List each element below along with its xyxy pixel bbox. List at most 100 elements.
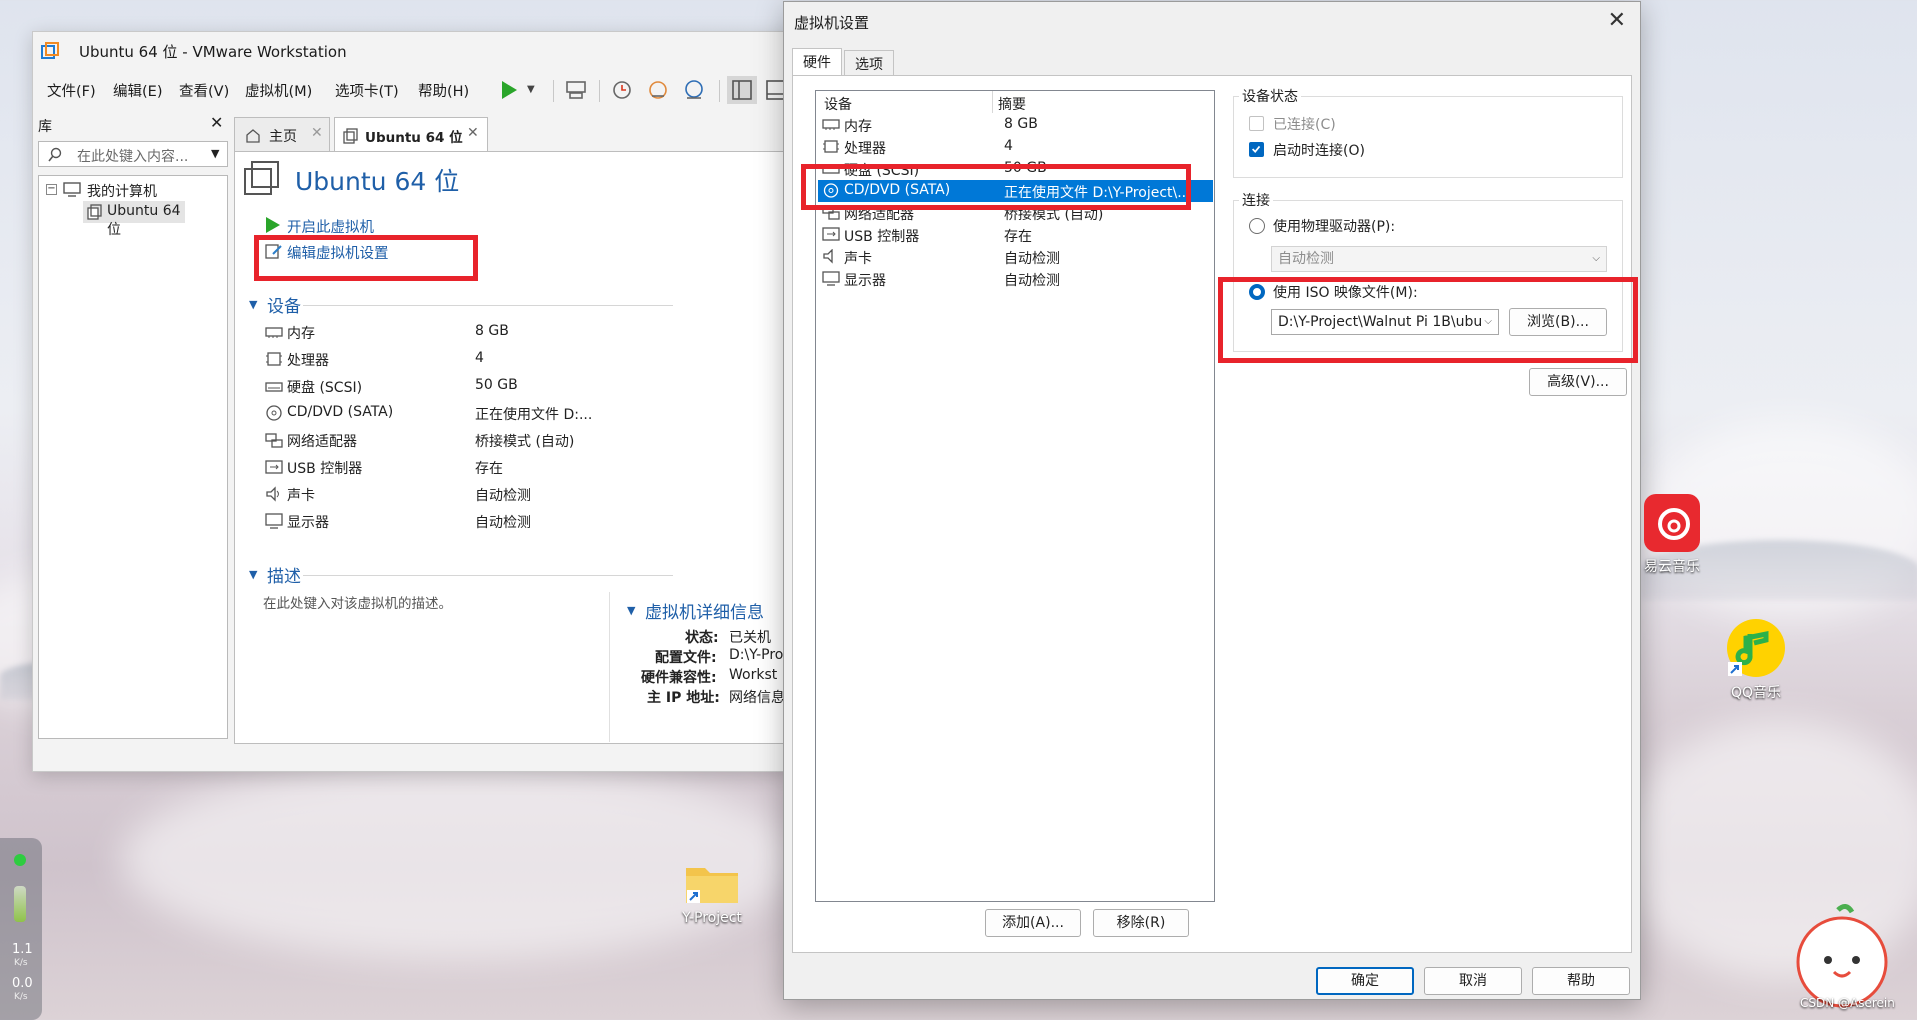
library-search[interactable]: 在此处键入内容... ▼ <box>38 141 228 167</box>
remove-button[interactable]: 移除(R) <box>1093 909 1189 937</box>
collapse-details-icon[interactable]: ▼ <box>627 604 635 617</box>
detail-label: 配置文件: <box>655 650 717 666</box>
highlight-box <box>254 235 478 281</box>
tab-close-icon[interactable]: ✕ <box>467 125 479 141</box>
advanced-button[interactable]: 高级(V)... <box>1529 368 1627 396</box>
header-divider <box>992 91 993 113</box>
cancel-button[interactable]: 取消 <box>1424 967 1522 995</box>
search-dropdown-icon[interactable]: ▼ <box>211 147 219 160</box>
device-row[interactable]: 内存 8 GB <box>265 322 605 344</box>
check-icon <box>1251 145 1261 153</box>
help-button[interactable]: 帮助 <box>1532 967 1630 995</box>
status-dot <box>14 854 26 866</box>
library-panel: 库 ✕ 在此处键入内容... ▼ − 我的计算机 Ubuntu 64 位 <box>36 113 230 741</box>
tab-options-label: 选项 <box>855 57 883 73</box>
list-item-cpu[interactable]: 处理器 4 <box>818 136 1213 158</box>
description-placeholder[interactable]: 在此处键入对该虚拟机的描述。 <box>263 592 452 612</box>
menu-vm[interactable]: 虚拟机(M) <box>245 80 312 101</box>
net-up-unit: K/s <box>14 958 28 968</box>
library-header: 库 ✕ <box>36 113 230 137</box>
detail-label: 主 IP 地址: <box>647 690 720 706</box>
library-close-icon[interactable]: ✕ <box>210 113 223 132</box>
device-row[interactable]: 网络适配器 桥接模式 (自动) <box>265 430 605 452</box>
snapshot-icon[interactable] <box>607 76 637 104</box>
device-status-title: 设备状态 <box>1239 86 1301 106</box>
device-row[interactable]: 显示器 自动检测 <box>265 511 605 533</box>
qq-music-icon <box>1727 619 1785 677</box>
snapshot-manager-icon[interactable] <box>679 76 709 104</box>
list-item-value: 8 GB <box>1004 116 1038 132</box>
device-row[interactable]: 声卡 自动检测 <box>265 484 605 506</box>
physical-drive-radio[interactable] <box>1249 218 1265 234</box>
connected-checkbox[interactable] <box>1249 116 1264 131</box>
detail-label: 状态: <box>685 630 719 646</box>
device-value: 存在 <box>475 461 503 477</box>
network-speed-widget[interactable]: 1.1 K/s 0.0 K/s <box>0 838 42 1020</box>
desktop-icon-y-project[interactable]: Y-Project <box>672 860 752 926</box>
dialog-title: 虚拟机设置 <box>794 14 870 32</box>
add-button[interactable]: 添加(A)... <box>985 909 1081 937</box>
power-on-link[interactable]: 开启此虚拟机 <box>287 216 374 237</box>
revert-snapshot-icon[interactable] <box>643 76 673 104</box>
toolbar-separator <box>599 80 600 102</box>
power-on-icon <box>266 217 280 233</box>
menu-file[interactable]: 文件(F) <box>47 80 96 101</box>
cpu-icon <box>266 352 282 366</box>
ok-button[interactable]: 确定 <box>1316 967 1414 995</box>
device-value: 50 GB <box>475 377 518 393</box>
physical-drive-value: 自动检测 <box>1278 251 1334 267</box>
home-icon <box>246 129 260 143</box>
desktop-icon-qq-music[interactable]: QQ音乐 <box>1716 618 1796 702</box>
desktop-icon-netease-music[interactable]: 易云音乐 <box>1632 494 1712 576</box>
tab-options[interactable]: 选项 <box>844 50 894 76</box>
play-icon[interactable] <box>495 76 525 104</box>
tab-hardware[interactable]: 硬件 <box>792 48 842 76</box>
device-row[interactable]: 硬盘 (SCSI) 50 GB <box>265 376 605 398</box>
toolbar-separator <box>553 80 554 102</box>
section-divider <box>303 575 673 576</box>
menu-tabs[interactable]: 选项卡(T) <box>335 80 399 101</box>
menu-edit[interactable]: 编辑(E) <box>113 80 162 101</box>
play-dropdown-icon[interactable]: ▼ <box>527 84 535 95</box>
device-row[interactable]: CD/DVD (SATA) 正在使用文件 D:... <box>265 403 605 425</box>
tab-ubuntu-label: Ubuntu 64 位 <box>365 130 463 146</box>
collapse-devices-icon[interactable]: ▼ <box>249 298 257 311</box>
cd-icon <box>266 405 282 421</box>
library-toggle-icon[interactable] <box>727 76 757 104</box>
detail-value: D:\Y-Pro <box>729 647 784 663</box>
menu-view[interactable]: 查看(V) <box>179 80 229 101</box>
dialog-close-icon[interactable]: ✕ <box>1608 8 1626 33</box>
net-up-value: 1.1 <box>12 942 33 957</box>
tree-item-ubuntu[interactable]: Ubuntu 64 位 <box>83 201 185 238</box>
list-item-memory[interactable]: 内存 8 GB <box>818 114 1213 136</box>
physical-drive-select[interactable]: 自动检测 ⌵ <box>1271 246 1607 272</box>
detail-label: 硬件兼容性: <box>641 670 717 686</box>
device-value: 桥接模式 (自动) <box>475 434 575 450</box>
list-item-display[interactable]: 显示器 自动检测 <box>818 268 1213 290</box>
physical-drive-label: 使用物理驱动器(P): <box>1273 219 1396 235</box>
usb-icon <box>265 460 283 474</box>
list-item-sound[interactable]: 声卡 自动检测 <box>818 246 1213 268</box>
watermark: CSDN @Aserein <box>1800 996 1895 1010</box>
tab-ubuntu[interactable]: Ubuntu 64 位 ✕ <box>334 117 488 152</box>
device-name: 内存 <box>287 326 315 342</box>
tab-close-icon[interactable]: ✕ <box>311 125 323 141</box>
send-keys-icon[interactable] <box>561 76 591 104</box>
device-status-group <box>1233 96 1623 178</box>
column-divider <box>609 592 610 742</box>
device-value: 正在使用文件 D:... <box>475 407 593 423</box>
netease-music-icon <box>1644 494 1700 552</box>
display-icon <box>822 271 840 286</box>
list-item-usb[interactable]: USB 控制器 存在 <box>818 224 1213 246</box>
device-row[interactable]: USB 控制器 存在 <box>265 457 605 479</box>
menu-help[interactable]: 帮助(H) <box>418 80 469 101</box>
tree-collapse-icon[interactable]: − <box>46 184 57 195</box>
tab-home[interactable]: 主页 ✕ <box>234 117 330 152</box>
tree-my-computer[interactable]: 我的计算机 <box>87 181 157 201</box>
list-item-name: 处理器 <box>844 141 886 157</box>
connect-at-power-on-checkbox[interactable] <box>1249 142 1264 157</box>
device-name: CD/DVD (SATA) <box>287 404 394 420</box>
collapse-description-icon[interactable]: ▼ <box>249 568 257 581</box>
highlight-box <box>801 164 1191 210</box>
device-row[interactable]: 处理器 4 <box>265 349 605 371</box>
